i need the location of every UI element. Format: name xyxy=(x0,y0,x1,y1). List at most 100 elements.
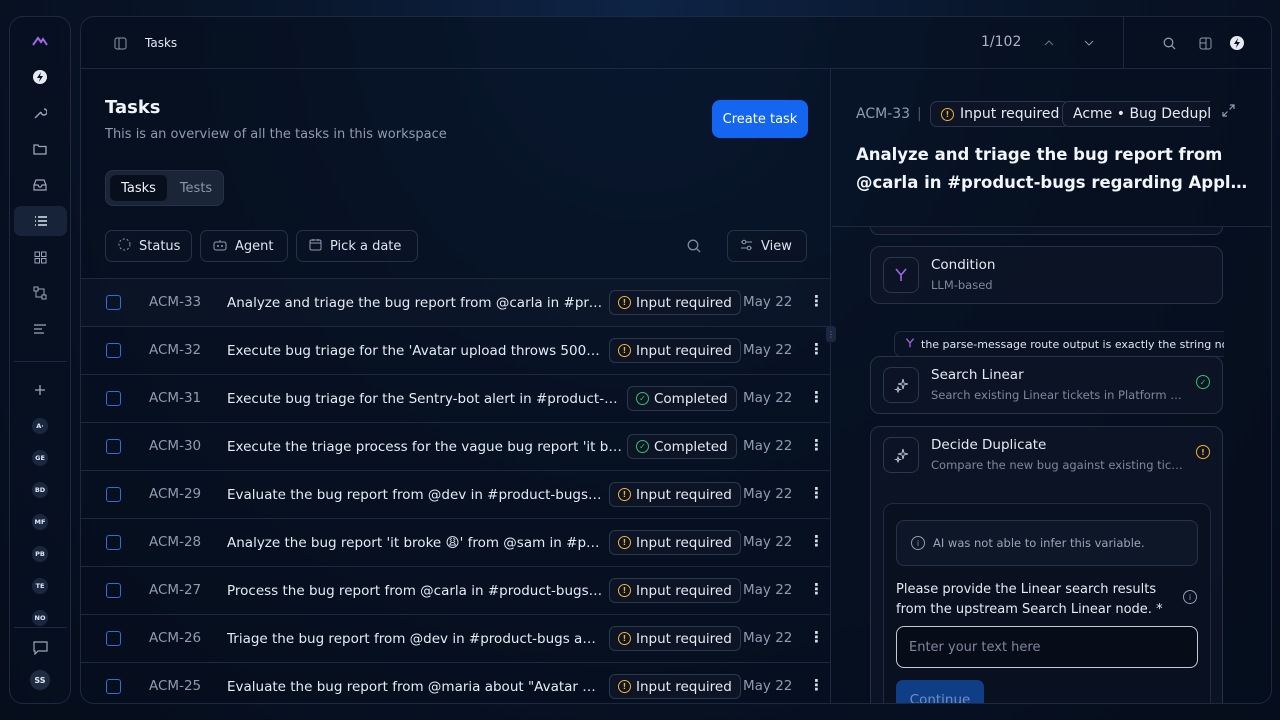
tasks-list-icon[interactable] xyxy=(14,206,67,236)
agent-filter[interactable]: Agent xyxy=(200,230,288,262)
more-vertical-icon[interactable]: ⋮ xyxy=(809,628,824,646)
workspace-badge-no[interactable]: NO xyxy=(10,603,70,633)
status-label: Input required xyxy=(636,582,732,599)
workflow-badge[interactable]: Acme • Bug Deduplication xyxy=(1062,101,1210,127)
inference-notice-text: AI was not able to infer this variable. xyxy=(933,536,1145,550)
row-checkbox[interactable] xyxy=(106,295,121,310)
status-label: Completed xyxy=(654,438,728,455)
info-icon[interactable]: i xyxy=(1183,590,1197,604)
task-pager: 1/102 xyxy=(981,34,1022,50)
bolt-circle-icon[interactable] xyxy=(1227,33,1247,53)
chevron-down-icon[interactable] xyxy=(1079,33,1099,53)
task-title[interactable]: Analyze and triage the bug report from @… xyxy=(227,295,603,311)
status-label: Input required xyxy=(636,630,732,647)
view-toggle: Tasks Tests xyxy=(105,170,224,206)
workflow-icon[interactable] xyxy=(10,278,70,308)
table-row[interactable]: ACM-33 Analyze and triage the bug report… xyxy=(81,278,831,326)
table-row[interactable]: ACM-26 Triage the bug report from @dev i… xyxy=(81,614,831,662)
task-title[interactable]: Execute bug triage for the Sentry-bot al… xyxy=(227,391,623,407)
tab-tasks[interactable]: Tasks xyxy=(110,175,167,201)
table-row[interactable]: ACM-31 Execute bug triage for the Sentry… xyxy=(81,374,831,422)
task-title[interactable]: Evaluate the bug report from @dev in #pr… xyxy=(227,487,603,503)
text-lines-icon[interactable] xyxy=(10,314,70,344)
task-date: May 22 xyxy=(743,678,793,694)
header-separator: | xyxy=(917,106,922,122)
row-checkbox[interactable] xyxy=(106,343,121,358)
folder-icon[interactable] xyxy=(10,134,70,164)
more-vertical-icon[interactable]: ⋮ xyxy=(809,676,824,694)
workspace-badge-a[interactable]: A· xyxy=(10,411,70,441)
row-checkbox[interactable] xyxy=(106,391,121,406)
split-view-icon[interactable] xyxy=(1195,33,1215,53)
row-checkbox[interactable] xyxy=(106,583,121,598)
row-checkbox[interactable] xyxy=(106,487,121,502)
view-button[interactable]: View xyxy=(727,230,807,262)
bolt-circle-icon[interactable] xyxy=(10,62,70,92)
app-logo-icon[interactable] xyxy=(10,26,70,56)
task-title[interactable]: Execute the triage process for the vague… xyxy=(227,439,623,455)
more-vertical-icon[interactable]: ⋮ xyxy=(809,580,824,598)
table-row[interactable]: ACM-25 Evaluate the bug report from @mar… xyxy=(81,662,831,703)
row-checkbox[interactable] xyxy=(106,439,121,454)
workspace-badge-bd[interactable]: BD xyxy=(10,475,70,505)
chat-icon[interactable] xyxy=(10,633,70,663)
linear-results-input[interactable] xyxy=(896,626,1198,668)
workspace-badge-te[interactable]: TE xyxy=(10,571,70,601)
row-checkbox[interactable] xyxy=(106,679,121,694)
continue-button[interactable]: Continue xyxy=(896,680,984,703)
table-row[interactable]: ACM-30 Execute the triage process for th… xyxy=(81,422,831,470)
chevron-up-icon[interactable] xyxy=(1039,33,1059,53)
task-title[interactable]: Triage the bug report from @dev in #prod… xyxy=(227,631,603,647)
detail-status-badge[interactable]: ! Input required xyxy=(930,101,1071,127)
workspace-initials: TE xyxy=(32,578,48,594)
workspace-initials: MF xyxy=(32,514,48,530)
toggle-sidebar-icon[interactable] xyxy=(110,33,130,53)
more-vertical-icon[interactable]: ⋮ xyxy=(809,484,824,502)
task-list-panel: Tasks This is an overview of all the tas… xyxy=(81,69,831,703)
more-vertical-icon[interactable]: ⋮ xyxy=(809,292,824,310)
search-icon[interactable] xyxy=(1159,33,1179,53)
condition-rule-text: the parse-message route output is exactl… xyxy=(921,337,1224,351)
more-vertical-icon[interactable]: ⋮ xyxy=(809,388,824,406)
task-id: ACM-26 xyxy=(149,630,202,646)
page-subtitle: This is an overview of all the tasks in … xyxy=(105,127,447,142)
task-title[interactable]: Analyze the bug report 'it broke 😩' from… xyxy=(227,535,603,551)
workspace-badge-mf[interactable]: MF xyxy=(10,507,70,537)
task-title[interactable]: Process the bug report from @carla in #p… xyxy=(227,583,603,599)
status-badge: ! Input required xyxy=(609,482,741,507)
task-title[interactable]: Evaluate the bug report from @maria abou… xyxy=(227,679,603,695)
check-circle-icon: ✓ xyxy=(636,440,649,453)
user-avatar[interactable]: SS xyxy=(10,665,70,695)
more-vertical-icon[interactable]: ⋮ xyxy=(809,532,824,550)
search-linear-node[interactable]: Search Linear Search existing Linear tic… xyxy=(870,356,1223,414)
add-workspace-icon[interactable] xyxy=(10,375,70,405)
table-row[interactable]: ACM-32 Execute bug triage for the 'Avata… xyxy=(81,326,831,374)
table-row[interactable]: ACM-27 Process the bug report from @carl… xyxy=(81,566,831,614)
warning-circle-icon: ! xyxy=(618,488,631,501)
more-vertical-icon[interactable]: ⋮ xyxy=(809,436,824,454)
warning-circle-icon: ! xyxy=(941,107,954,121)
more-vertical-icon[interactable]: ⋮ xyxy=(809,340,824,358)
tab-tests[interactable]: Tests xyxy=(171,175,221,201)
inbox-icon[interactable] xyxy=(10,170,70,200)
task-title[interactable]: Execute bug triage for the 'Avatar uploa… xyxy=(227,343,603,359)
row-checkbox[interactable] xyxy=(106,631,121,646)
workspace-badge-pb[interactable]: PB xyxy=(10,539,70,569)
workspace-badge-ge[interactable]: GE xyxy=(10,443,70,473)
agent-filter-label: Agent xyxy=(235,238,274,254)
table-row[interactable]: ACM-29 Evaluate the bug report from @dev… xyxy=(81,470,831,518)
grid-icon[interactable] xyxy=(10,242,70,272)
table-row[interactable]: ACM-28 Analyze the bug report 'it broke … xyxy=(81,518,831,566)
create-task-button[interactable]: Create task xyxy=(712,100,808,138)
node-subtitle: Search existing Linear tickets in Platfo… xyxy=(931,388,1183,402)
check-circle-icon: ✓ xyxy=(636,392,649,405)
date-filter[interactable]: Pick a date xyxy=(296,230,418,262)
breadcrumb[interactable]: Tasks xyxy=(145,36,177,50)
status-filter[interactable]: Status xyxy=(105,230,192,262)
task-id: ACM-32 xyxy=(149,342,202,358)
search-icon[interactable] xyxy=(687,239,701,257)
expand-icon[interactable] xyxy=(1222,104,1235,121)
row-checkbox[interactable] xyxy=(106,535,121,550)
condition-node[interactable]: Condition LLM-based xyxy=(870,246,1223,304)
wrench-icon[interactable] xyxy=(10,98,70,128)
